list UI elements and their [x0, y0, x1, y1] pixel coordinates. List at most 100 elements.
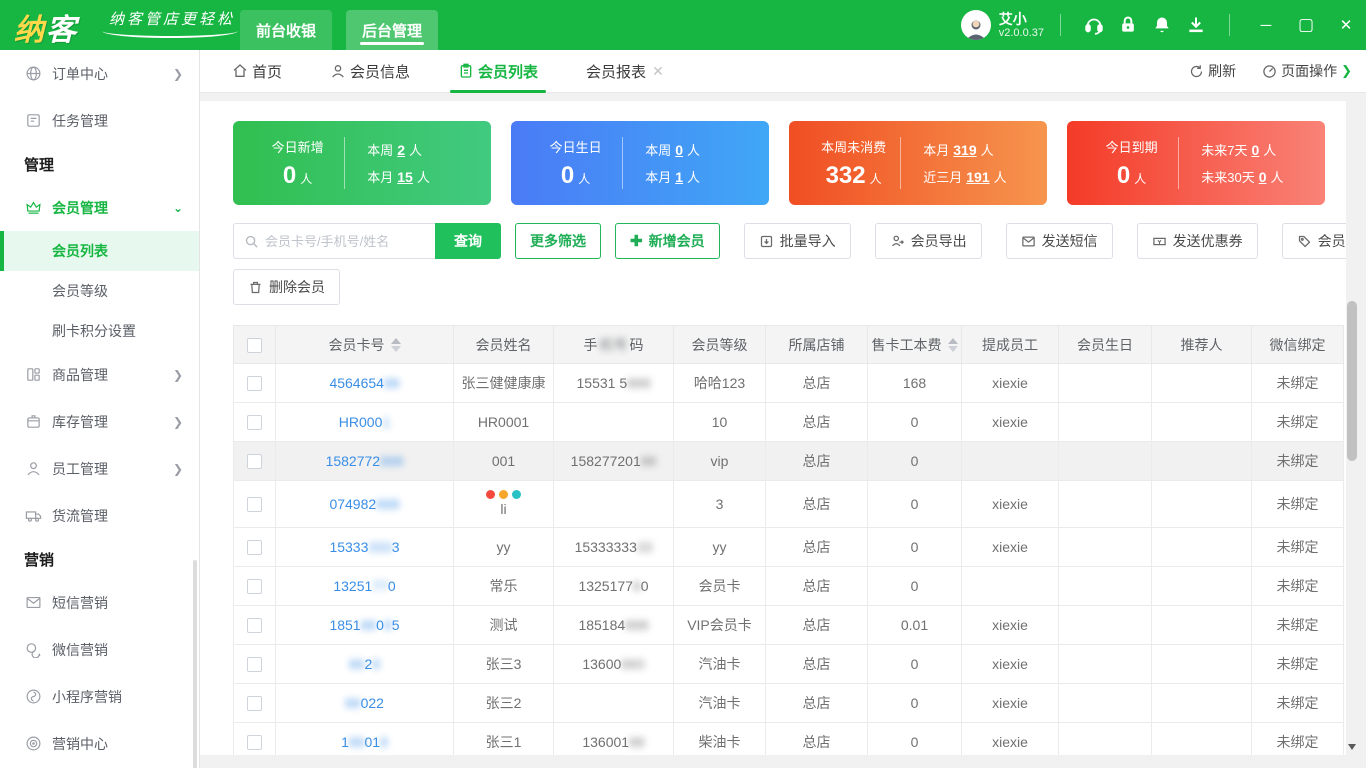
nav-tab-cashier[interactable]: 前台收银	[240, 10, 333, 50]
member-name: HR0001	[453, 402, 554, 442]
send-coupon-button[interactable]: 发送优惠券	[1136, 223, 1258, 259]
member-birthday	[1058, 402, 1152, 442]
sidebar: 订单中心 ❯ 任务管理 管理 会员管理 ⌄ 会员列表 会员等级 刷卡积分设置 商品管理…	[0, 50, 200, 768]
sidebar-item[interactable]: 库存管理 ❯	[0, 398, 199, 445]
search-input[interactable]	[265, 233, 441, 249]
page-operations-button[interactable]: 页面操作 ❯	[1262, 61, 1352, 81]
card-no-consume-week[interactable]: 本周未消费 332 人 本月 319 人 近三月 191 人	[789, 121, 1047, 205]
member-card-link[interactable]: 074982888	[329, 496, 399, 512]
tab-member-report[interactable]: 会员报表 ✕	[582, 50, 668, 93]
sidebar-subitem[interactable]: 会员列表	[0, 231, 199, 271]
member-birthday	[1058, 683, 1152, 723]
commission-staff: xiexie	[961, 527, 1059, 567]
sidebar-item[interactable]: 营销中心	[0, 720, 199, 767]
content-panel: 今日新增 0人 本周 2 人 本月 15 人 今日生日 0人 本周 0 人 本月 1 人	[200, 101, 1346, 755]
row-checkbox[interactable]	[247, 657, 262, 673]
card-fee: 0	[867, 566, 962, 606]
sidebar-item[interactable]: 短信营销	[0, 579, 199, 626]
lock-icon[interactable]	[1111, 8, 1145, 42]
member-card-link[interactable]: 185188085	[329, 617, 399, 633]
card-expire-today[interactable]: 今日到期 0人 未来7天 0 人 未来30天 0 人	[1067, 121, 1325, 205]
sort-icon[interactable]	[390, 337, 401, 352]
support-headset-icon[interactable]	[1077, 8, 1111, 42]
member-phone: 1533333333	[553, 527, 674, 567]
refresh-button[interactable]: 刷新	[1189, 61, 1236, 81]
member-card-link[interactable]: 88022	[345, 695, 384, 711]
sort-icon[interactable]	[947, 337, 958, 352]
card-fee: 0	[867, 480, 962, 528]
select-all-checkbox[interactable]	[247, 337, 262, 353]
row-checkbox[interactable]	[247, 540, 262, 556]
row-checkbox[interactable]	[247, 618, 262, 634]
member-card-link[interactable]: 456465488	[329, 375, 399, 391]
sidebar-item[interactable]: 小程序营销	[0, 673, 199, 720]
search-button[interactable]: 查询	[435, 223, 501, 259]
member-name: 张三1	[453, 722, 554, 755]
minimize-button[interactable]: ─	[1246, 0, 1286, 50]
page-tabbar: 首页 会员信息 会员列表 会员报表 ✕ 刷新 页面操作 ❯	[200, 50, 1366, 93]
sidebar-item[interactable]: 订单中心 ❯	[0, 50, 199, 97]
add-member-button[interactable]: ✚ 新增会员	[615, 223, 720, 259]
chevron-down-icon: ⌄	[172, 200, 183, 215]
batch-import-button[interactable]: 批量导入	[743, 223, 851, 259]
commission-staff: xiexie	[961, 683, 1059, 723]
row-checkbox[interactable]	[247, 696, 262, 712]
column-header: 会员生日	[1058, 325, 1152, 364]
scrollbar-down-arrow[interactable]	[1346, 741, 1358, 753]
row-checkbox[interactable]	[247, 497, 262, 513]
card-fee: 168	[867, 363, 962, 403]
member-card-link[interactable]: HR0001	[339, 414, 390, 430]
member-card-link[interactable]: 188018	[341, 734, 388, 750]
vertical-scrollbar[interactable]	[1346, 101, 1358, 755]
sidebar-item[interactable]: 微信营销	[0, 626, 199, 673]
card-birthday-today[interactable]: 今日生日 0人 本周 0 人 本月 1 人	[511, 121, 769, 205]
member-card-link[interactable]: 8828	[349, 656, 380, 672]
close-tab-icon[interactable]: ✕	[652, 63, 664, 80]
row-checkbox[interactable]	[247, 454, 262, 470]
sidebar-subitem[interactable]: 刷卡积分设置	[0, 311, 199, 351]
sidebar-item[interactable]: 员工管理 ❯	[0, 445, 199, 492]
coupon-icon	[1152, 234, 1167, 249]
card-new-today[interactable]: 今日新增 0人 本周 2 人 本月 15 人	[233, 121, 491, 205]
member-card-link[interactable]: 13251770	[333, 578, 395, 594]
export-member-button[interactable]: 会员导出	[874, 223, 982, 259]
tab-member-info[interactable]: 会员信息	[326, 50, 414, 93]
avatar[interactable]	[960, 10, 991, 40]
scrollbar-thumb[interactable]	[1347, 301, 1357, 461]
table-row: HR0001 HR0001 10 总店 0 xiexie 未绑定	[233, 402, 1344, 442]
tab-member-list[interactable]: 会员列表	[450, 50, 547, 93]
sidebar-item[interactable]: 会员管理 ⌄	[0, 184, 199, 231]
member-store: 总店	[765, 441, 868, 481]
download-icon[interactable]	[1179, 8, 1213, 42]
tab-home[interactable]: 首页	[228, 50, 286, 93]
maximize-button[interactable]: ▢	[1286, 0, 1326, 50]
close-button[interactable]: ✕	[1326, 0, 1366, 50]
nav-tab-backoffice[interactable]: 后台管理	[346, 10, 439, 50]
bell-icon[interactable]	[1145, 8, 1179, 42]
main-area: 首页 会员信息 会员列表 会员报表 ✕ 刷新 页面操作 ❯ 今日新增 0 人 本…	[200, 50, 1366, 768]
more-filter-button[interactable]: 更多筛选	[515, 223, 601, 259]
member-phone	[553, 402, 674, 442]
sidebar-subitem[interactable]: 会员等级	[0, 271, 199, 311]
member-card-link[interactable]: 1582772888	[326, 453, 404, 469]
column-header[interactable]: 会员卡号	[275, 325, 454, 364]
member-level: 柴油卡	[673, 722, 766, 755]
chevron-right-icon: ❯	[172, 367, 183, 382]
sidebar-item[interactable]: 商品管理 ❯	[0, 351, 199, 398]
column-header[interactable]: 售卡工本费	[867, 325, 962, 364]
member-card-link[interactable]: 153333333	[329, 539, 399, 555]
row-checkbox[interactable]	[247, 415, 262, 431]
row-checkbox[interactable]	[247, 579, 262, 595]
sidebar-item[interactable]: 货流管理	[0, 492, 199, 539]
commission-staff: xiexie	[961, 480, 1059, 528]
sidebar-item[interactable]: 任务管理	[0, 97, 199, 144]
delete-member-button[interactable]: 删除会员	[233, 269, 340, 305]
table-header-row: 会员卡号 会员姓名手机号码会员等级 所属店铺 售卡工本费 提成员工 会员生日 推荐人 微信绑定	[233, 325, 1344, 364]
member-level: 3	[673, 480, 766, 528]
table-row: 188018 张三1 13600188 柴油卡 总店 0 xiexie 未绑定	[233, 722, 1344, 755]
send-sms-button[interactable]: 发送短信	[1005, 223, 1113, 259]
member-tag-dot	[512, 490, 521, 500]
row-checkbox[interactable]	[247, 376, 262, 392]
member-tag-button[interactable]: 会员标签	[1281, 223, 1346, 259]
row-checkbox[interactable]	[247, 735, 262, 751]
